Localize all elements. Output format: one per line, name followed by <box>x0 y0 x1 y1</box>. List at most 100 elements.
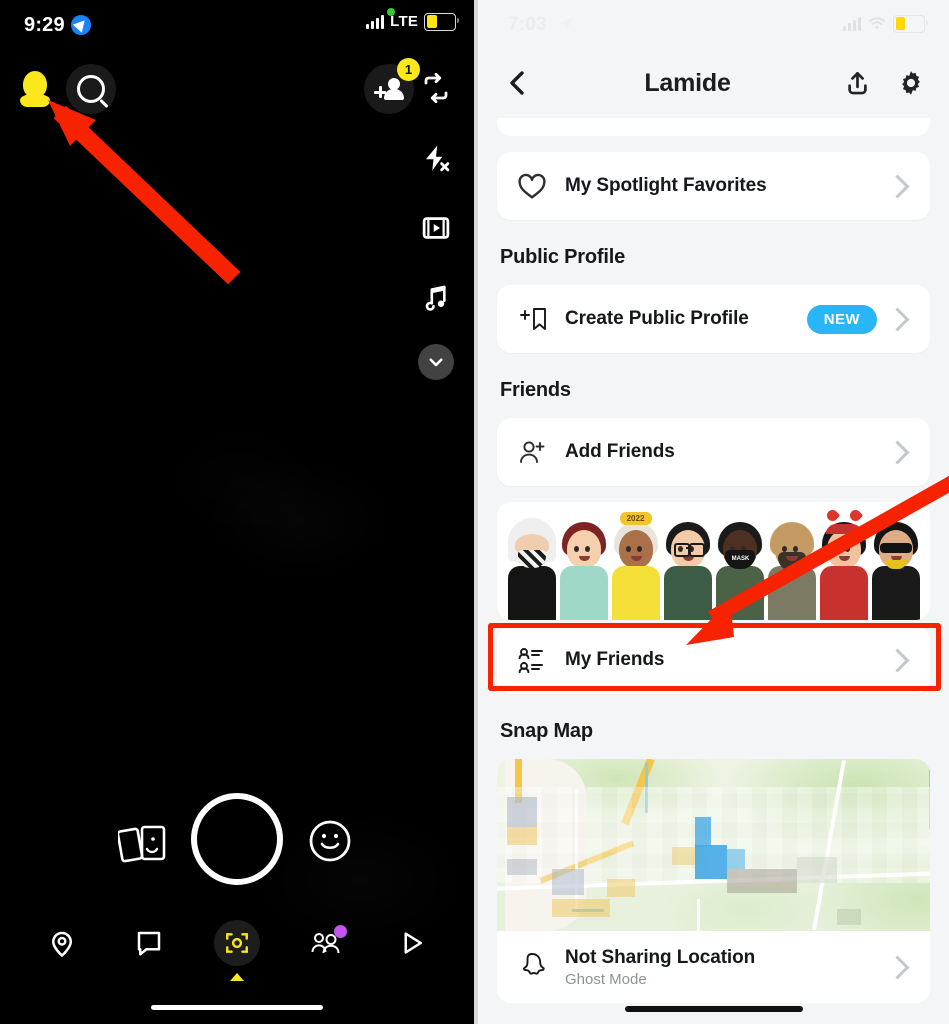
snapchat-profile-panel: 7:03 Lamide My Spotlight Favorites Publi… <box>478 0 949 1024</box>
snap-map-card[interactable]: Not Sharing Location Ghost Mode <box>497 759 930 1003</box>
row-my-friends[interactable]: My Friends <box>497 626 930 694</box>
snapchat-camera-panel: 9:29 LTE 1 <box>0 0 474 1024</box>
chevron-right-icon <box>885 439 910 465</box>
profile-avatar-button[interactable] <box>10 64 60 114</box>
chevron-right-icon <box>885 173 910 199</box>
flash-button[interactable] <box>412 134 460 182</box>
memories-cards-icon[interactable] <box>118 823 174 865</box>
spotlight-favorites-card[interactable]: My Spotlight Favorites <box>497 152 930 220</box>
contact-list-icon <box>517 645 557 675</box>
timer-button[interactable] <box>412 204 460 252</box>
nav-spotlight-button[interactable] <box>386 917 438 969</box>
section-title-public-profile: Public Profile <box>500 246 626 268</box>
panel-divider <box>474 0 478 1024</box>
add-friends-button[interactable]: 1 <box>364 58 420 114</box>
smiley-lens-icon[interactable] <box>308 819 352 863</box>
search-icon <box>77 75 105 103</box>
status-right-group: LTE <box>366 13 459 31</box>
bitmoji-avatar[interactable] <box>662 510 714 620</box>
profile-status-bar: 7:03 <box>478 0 949 48</box>
bitmoji-avatar[interactable] <box>766 510 818 620</box>
chevron-down-icon <box>429 358 443 367</box>
map-pin-icon <box>51 931 72 958</box>
share-button[interactable] <box>841 67 873 99</box>
row-title-text: Not Sharing Location <box>565 946 756 968</box>
friends-bitmoji-card[interactable]: 2022 MASK <box>497 502 930 620</box>
cellular-signal-icon <box>843 16 862 31</box>
heart-icon <box>517 172 557 200</box>
ghost-icon <box>517 951 557 983</box>
home-indicator <box>624 1006 803 1012</box>
active-tab-caret <box>229 973 244 981</box>
camera-status-bar: 9:29 LTE <box>0 0 474 48</box>
flip-camera-button[interactable] <box>412 64 460 112</box>
bitmoji-strip[interactable]: 2022 MASK <box>497 502 930 620</box>
location-arrow-icon <box>70 15 91 35</box>
row-label: Create Public Profile <box>565 308 749 329</box>
partially-visible-card-above[interactable] <box>497 118 930 136</box>
bitmoji-avatar[interactable]: MASK <box>714 510 766 620</box>
bitmoji-avatar[interactable] <box>506 510 558 620</box>
profile-status-time: 7:03 <box>508 14 574 36</box>
bitmoji-avatar[interactable] <box>558 510 610 620</box>
nav-camera-button[interactable] <box>211 917 263 981</box>
section-title-friends: Friends <box>500 379 571 401</box>
create-public-profile-card[interactable]: Create Public Profile NEW <box>497 285 930 353</box>
add-friends-card[interactable]: Add Friends <box>497 418 930 486</box>
gear-icon <box>902 71 920 95</box>
profile-status-time-text: 7:03 <box>508 14 547 35</box>
snap-map-preview-image[interactable] <box>497 759 930 931</box>
cellular-signal-icon <box>366 14 385 29</box>
my-friends-card[interactable]: My Friends <box>497 626 930 694</box>
share-upload-icon <box>847 71 867 94</box>
section-title-snap-map: Snap Map <box>500 720 593 742</box>
chevron-right-icon <box>885 954 910 980</box>
chevron-left-icon <box>510 71 524 95</box>
bookmark-plus-icon <box>517 305 557 333</box>
music-note-icon <box>425 285 446 311</box>
status-time: 9:29 <box>24 14 91 37</box>
bitmoji-avatar[interactable] <box>870 510 922 620</box>
flash-off-icon <box>426 145 450 172</box>
camera-top-controls: 1 <box>0 58 474 116</box>
music-button[interactable] <box>412 274 460 322</box>
row-create-public-profile[interactable]: Create Public Profile NEW <box>497 285 930 353</box>
more-tools-button[interactable] <box>418 344 454 380</box>
header-actions <box>841 67 927 99</box>
battery-icon <box>424 13 459 31</box>
row-snap-map-status[interactable]: Not Sharing Location Ghost Mode <box>497 931 930 1003</box>
bitmoji-avatar[interactable]: 2022 <box>610 510 662 620</box>
wifi-icon <box>869 17 886 30</box>
profile-scroll-area[interactable]: My Spotlight Favorites Public Profile Cr… <box>478 118 949 1024</box>
home-indicator <box>151 1005 323 1010</box>
settings-button[interactable] <box>895 67 927 99</box>
add-person-icon <box>374 78 404 100</box>
bitmoji-avatar[interactable] <box>818 507 870 620</box>
camera-bottom-nav <box>0 914 474 981</box>
screenshot-root: 9:29 LTE 1 7:03 Lamide My Spotlight Favo… <box>0 0 949 1024</box>
chevron-right-icon <box>885 306 910 332</box>
row-subtitle-text: Ghost Mode <box>565 970 647 988</box>
camera-shutter-row <box>0 793 474 889</box>
row-my-spotlight-favorites[interactable]: My Spotlight Favorites <box>497 152 930 220</box>
network-label: LTE <box>390 13 419 31</box>
nav-chat-button[interactable] <box>123 917 175 969</box>
camera-icon <box>226 933 248 953</box>
battery-icon <box>893 15 928 33</box>
play-triangle-icon <box>404 932 423 954</box>
row-label: Not Sharing Location Ghost Mode <box>557 947 889 988</box>
row-label: Add Friends <box>565 441 675 462</box>
profile-status-right-group <box>843 15 928 33</box>
shutter-button[interactable] <box>191 793 283 885</box>
back-button[interactable] <box>500 66 534 100</box>
profile-header: Lamide <box>478 48 949 118</box>
nav-friends-button[interactable] <box>299 917 351 969</box>
camera-tool-rail <box>412 64 460 380</box>
location-arrow-icon <box>559 17 573 31</box>
nav-map-button[interactable] <box>36 917 88 969</box>
row-label: My Friends <box>565 649 665 670</box>
row-label: My Spotlight Favorites <box>565 175 767 196</box>
status-badge-new: NEW <box>806 304 877 334</box>
search-button[interactable] <box>66 64 116 114</box>
row-add-friends[interactable]: Add Friends <box>497 418 930 486</box>
